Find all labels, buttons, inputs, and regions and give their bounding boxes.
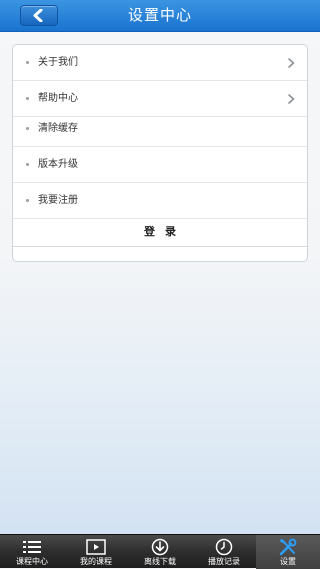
back-arrow-icon xyxy=(33,9,43,22)
bullet-dot xyxy=(26,199,29,202)
menu-item-about-us[interactable]: 关于我们 xyxy=(13,45,307,81)
menu-item-label: 我要注册 xyxy=(38,195,78,206)
menu-item-clear-cache[interactable]: 清除缓存 xyxy=(13,111,307,147)
menu-item-version-upgrade[interactable]: 版本升级 xyxy=(13,147,307,183)
menu-item-register[interactable]: 我要注册 xyxy=(13,183,307,219)
clock-icon xyxy=(215,538,233,556)
bullet-dot xyxy=(26,97,29,100)
tools-icon xyxy=(279,538,297,556)
bottom-tab-bar: 课程中心 我的课程 离线下载 播放记录 设置 xyxy=(0,534,320,569)
download-icon xyxy=(151,538,169,556)
back-button[interactable] xyxy=(20,5,58,26)
login-button[interactable]: 登录 xyxy=(13,217,307,247)
tab-label: 我的课程 xyxy=(80,557,112,566)
tab-label: 离线下载 xyxy=(144,557,176,566)
bullet-dot xyxy=(26,127,29,130)
tab-label: 课程中心 xyxy=(16,557,48,566)
chevron-right-icon xyxy=(288,94,295,104)
login-label: 登录 xyxy=(144,225,186,238)
play-icon xyxy=(86,539,106,555)
tab-course-center[interactable]: 课程中心 xyxy=(0,535,64,569)
list-icon xyxy=(23,541,41,553)
tab-offline-download[interactable]: 离线下载 xyxy=(128,535,192,569)
bullet-dot xyxy=(26,163,29,166)
chevron-right-icon xyxy=(288,58,295,68)
top-nav-bar: 设置中心 xyxy=(0,0,320,32)
tab-my-courses[interactable]: 我的课程 xyxy=(64,535,128,569)
menu-item-label: 清除缓存 xyxy=(38,123,78,134)
tab-label: 播放记录 xyxy=(208,557,240,566)
menu-item-label: 关于我们 xyxy=(38,57,78,68)
tab-label: 设置 xyxy=(280,557,296,566)
settings-card: 关于我们 帮助中心 清除缓存 版本升级 我要注册 登录 xyxy=(12,44,308,262)
tab-settings[interactable]: 设置 xyxy=(256,535,320,569)
menu-item-label: 版本升级 xyxy=(38,159,78,170)
bullet-dot xyxy=(26,61,29,64)
tab-play-history[interactable]: 播放记录 xyxy=(192,535,256,569)
